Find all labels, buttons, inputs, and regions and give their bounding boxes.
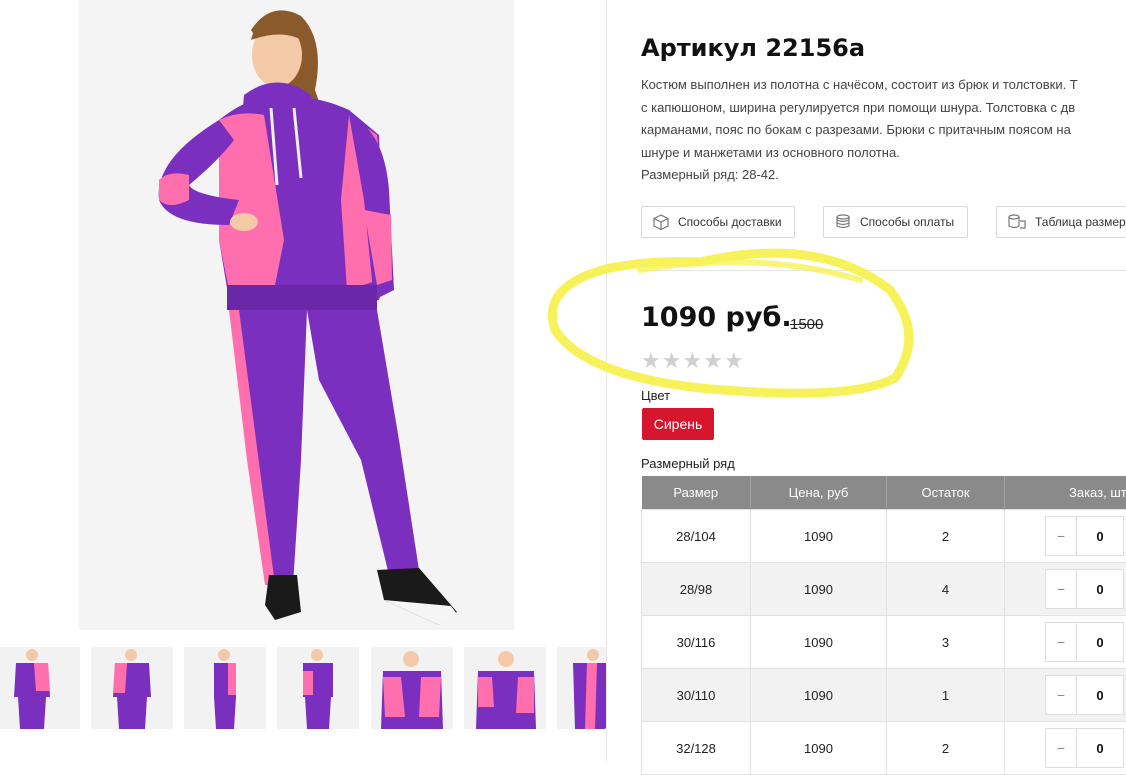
size-cell: 28/98: [642, 563, 751, 616]
description-line: Размерный ряд: 28-42.: [641, 164, 1126, 187]
thumb-image: [557, 647, 606, 729]
decrement-button[interactable]: −: [1046, 517, 1077, 555]
quantity-input[interactable]: 0: [1077, 570, 1123, 608]
description-line: с капюшоном, ширина регулируется при пом…: [641, 97, 1126, 120]
main-product-photo[interactable]: [79, 0, 514, 630]
star-icon[interactable]: ★: [703, 349, 723, 373]
box-icon: [652, 213, 670, 231]
header-stock: Остаток: [887, 476, 1005, 510]
rating-stars[interactable]: ★ ★ ★ ★ ★: [641, 349, 744, 373]
quantity-input[interactable]: 0: [1077, 676, 1123, 714]
size-cell: 30/110: [642, 669, 751, 722]
description-line: Костюм выполнен из полотна с начёсом, со…: [641, 74, 1126, 97]
header-price: Цена, руб: [751, 476, 887, 510]
stock-cell: 2: [887, 510, 1005, 563]
stock-cell: 4: [887, 563, 1005, 616]
size-cell: 28/104: [642, 510, 751, 563]
gallery-thumb-3[interactable]: [184, 647, 266, 729]
stock-cell: 3: [887, 616, 1005, 669]
table-row: 30/116 1090 3 − 0: [642, 616, 1126, 669]
size-range-label: Размерный ряд: [641, 456, 735, 471]
color-label: Цвет: [641, 388, 670, 403]
section-divider: [641, 270, 1126, 271]
quantity-stepper[interactable]: − 0: [1045, 516, 1124, 556]
price-cell: 1090: [751, 563, 887, 616]
size-chart-label: Таблица размер: [1035, 215, 1126, 229]
decrement-button[interactable]: −: [1046, 729, 1077, 767]
decrement-button[interactable]: −: [1046, 570, 1077, 608]
star-icon[interactable]: ★: [641, 349, 661, 373]
table-row: 28/104 1090 2 − 0: [642, 510, 1126, 563]
quantity-stepper[interactable]: − 0: [1045, 569, 1124, 609]
column-divider: [606, 0, 607, 761]
order-cell: − 0: [1005, 722, 1126, 775]
quantity-stepper[interactable]: − 0: [1045, 728, 1124, 768]
quantity-stepper[interactable]: − 0: [1045, 675, 1124, 715]
thumb-image: [0, 647, 80, 729]
header-order: Заказ, шт: [1005, 476, 1126, 510]
order-cell: − 0: [1005, 616, 1126, 669]
size-chart-button[interactable]: Таблица размер: [996, 206, 1126, 238]
table-header-row: Размер Цена, руб Остаток Заказ, шт: [642, 476, 1126, 510]
product-title: Артикул 22156а: [641, 34, 865, 62]
gallery-thumb-2[interactable]: [91, 647, 173, 729]
stock-cell: 1: [887, 669, 1005, 722]
payment-methods-button[interactable]: Способы оплаты: [823, 206, 968, 238]
thumb-image: [184, 647, 266, 729]
table-row: 28/98 1090 4 − 0: [642, 563, 1126, 616]
delivery-methods-label: Способы доставки: [678, 215, 782, 229]
gallery-thumb-1[interactable]: [0, 647, 80, 729]
current-price: 1090 руб.: [641, 302, 792, 333]
gallery-thumb-7[interactable]: [557, 647, 606, 729]
description-line: карманами, пояс по бокам с разрезами. Бр…: [641, 119, 1126, 142]
old-price: 1500: [790, 316, 823, 333]
gallery-thumb-6[interactable]: [464, 647, 546, 729]
price-cell: 1090: [751, 722, 887, 775]
quantity-input[interactable]: 0: [1077, 623, 1123, 661]
star-icon[interactable]: ★: [682, 349, 702, 373]
order-cell: − 0: [1005, 510, 1126, 563]
coins-icon: [834, 213, 852, 231]
header-size: Размер: [642, 476, 751, 510]
gallery-thumb-4[interactable]: [277, 647, 359, 729]
coins-icon: [1007, 213, 1027, 231]
thumb-image: [464, 647, 546, 729]
thumb-image: [371, 647, 453, 729]
size-cell: 30/116: [642, 616, 751, 669]
table-row: 32/128 1090 2 − 0: [642, 722, 1126, 775]
color-option-selected[interactable]: Сирень: [642, 408, 714, 440]
thumb-image: [277, 647, 359, 729]
stock-cell: 2: [887, 722, 1005, 775]
quantity-input[interactable]: 0: [1077, 729, 1123, 767]
gallery-thumb-5[interactable]: [371, 647, 453, 729]
price-cell: 1090: [751, 616, 887, 669]
product-description: Костюм выполнен из полотна с начёсом, со…: [641, 74, 1126, 187]
quantity-stepper[interactable]: − 0: [1045, 622, 1124, 662]
girl-in-tracksuit-image: [79, 0, 514, 630]
star-icon[interactable]: ★: [662, 349, 682, 373]
price-cell: 1090: [751, 510, 887, 563]
description-line: шнуре и манжетами из основного полотна.: [641, 142, 1126, 165]
thumb-image: [91, 647, 173, 729]
quantity-input[interactable]: 0: [1077, 517, 1123, 555]
delivery-methods-button[interactable]: Способы доставки: [641, 206, 795, 238]
table-row: 30/110 1090 1 − 0: [642, 669, 1126, 722]
payment-methods-label: Способы оплаты: [860, 215, 954, 229]
size-table: Размер Цена, руб Остаток Заказ, шт 28/10…: [641, 476, 1126, 775]
order-cell: − 0: [1005, 563, 1126, 616]
price-cell: 1090: [751, 669, 887, 722]
decrement-button[interactable]: −: [1046, 676, 1077, 714]
decrement-button[interactable]: −: [1046, 623, 1077, 661]
order-cell: − 0: [1005, 669, 1126, 722]
star-icon[interactable]: ★: [724, 349, 744, 373]
size-cell: 32/128: [642, 722, 751, 775]
